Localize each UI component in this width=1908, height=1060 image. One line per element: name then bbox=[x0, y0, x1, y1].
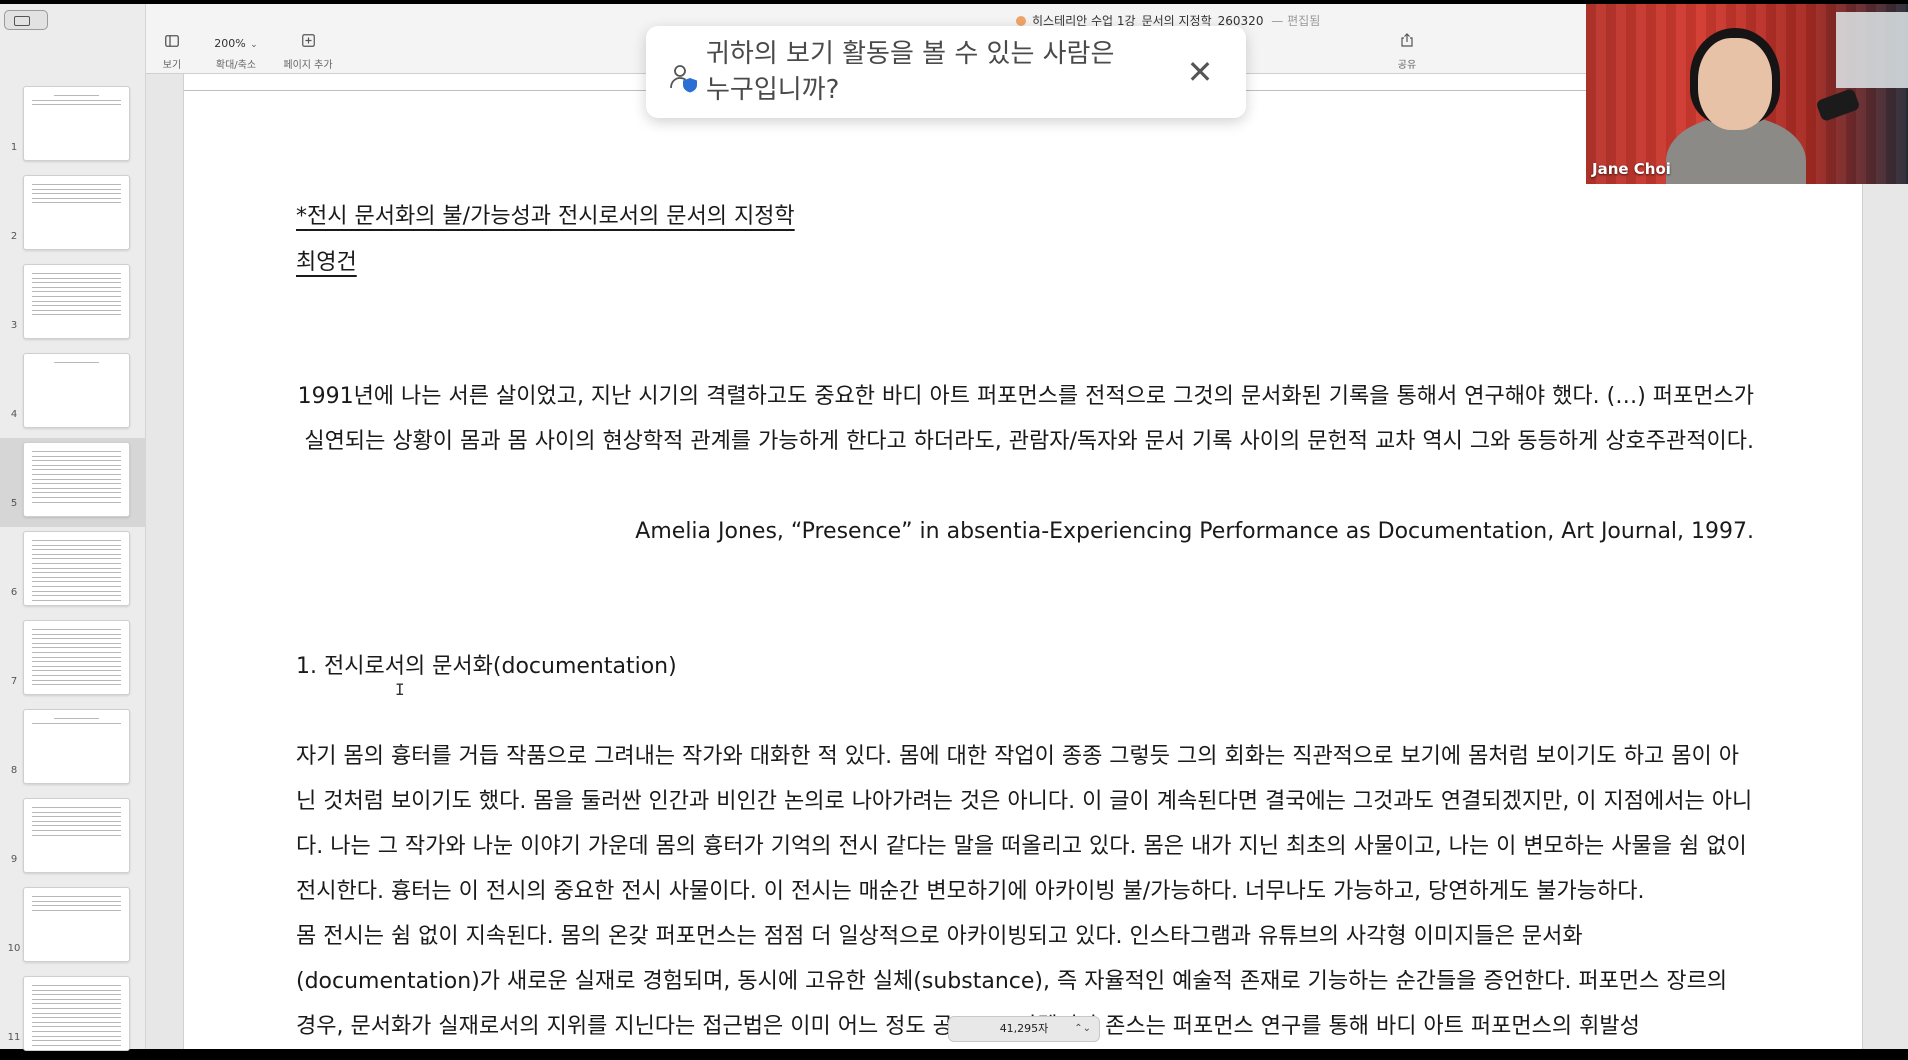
page-number: 8 bbox=[10, 765, 18, 776]
page-thumbnail-sidebar: 1 2 3 4 5 6 7 8 9 10 11 bbox=[0, 4, 146, 1051]
document-title[interactable]: *전시 문서화의 불/가능성과 전시로서의 문서의 지정학 bbox=[296, 194, 1754, 239]
document-author[interactable]: 최영건 bbox=[296, 240, 1754, 285]
close-icon[interactable]: ✕ bbox=[1184, 56, 1216, 88]
thumbnail-preview bbox=[23, 442, 130, 517]
background-monitor bbox=[1836, 12, 1908, 88]
body-paragraph[interactable]: 자기 몸의 흉터를 거듭 작품으로 그려내는 작가와 대화한 적 있다. 몸에 … bbox=[296, 734, 1754, 1049]
privacy-popup-text: 귀하의 보기 활동을 볼 수 있는 사람은 누구입니까? bbox=[706, 39, 1115, 105]
view-button[interactable]: 보기 bbox=[154, 32, 190, 71]
plus-box-icon bbox=[280, 32, 336, 54]
thumbnail-preview bbox=[23, 264, 130, 339]
chevron-down-icon: ⌄ bbox=[250, 40, 258, 50]
share-label: 공유 bbox=[1397, 60, 1417, 71]
page-number: 11 bbox=[7, 1032, 21, 1043]
page-number: 10 bbox=[7, 943, 21, 954]
word-count-value: 41,295자 bbox=[999, 1022, 1049, 1035]
page-number: 2 bbox=[10, 231, 18, 242]
page-thumbnail-9[interactable]: 9 bbox=[0, 794, 146, 883]
document-canvas: *전시 문서화의 불/가능성과 전시로서의 문서의 지정학 최영건 1991년에… bbox=[146, 74, 1908, 1049]
person-shield-icon bbox=[668, 62, 700, 94]
share-icon bbox=[1392, 32, 1422, 54]
page-thumbnail-2[interactable]: 2 bbox=[0, 171, 146, 260]
thumbnail-preview bbox=[23, 798, 130, 873]
page-number: 5 bbox=[10, 498, 18, 509]
page-number: 7 bbox=[10, 676, 18, 687]
zoom-control[interactable]: 200% ⌄ 확대/축소 bbox=[206, 32, 266, 71]
body-paragraph-2-tail: 아멜리아 존스는 퍼포먼스 연구를 통해 바디 아트 퍼포먼스의 휘발성 bbox=[1017, 1014, 1640, 1039]
page-thumbnail-5[interactable]: 5 bbox=[0, 438, 146, 527]
body-paragraph-1[interactable]: 자기 몸의 흉터를 거듭 작품으로 그려내는 작가와 대화한 적 있다. 몸에 … bbox=[296, 734, 1754, 914]
thumbnail-preview bbox=[23, 353, 130, 428]
page-thumbnail-1[interactable]: 1 bbox=[0, 82, 146, 171]
page-number: 3 bbox=[10, 320, 18, 331]
thumbnail-preview bbox=[23, 887, 130, 962]
page-thumbnail-4[interactable]: 4 bbox=[0, 349, 146, 438]
section-heading[interactable]: 1. 전시로서의 문서화(documentation) bbox=[296, 644, 1754, 689]
page-number: 9 bbox=[10, 854, 18, 865]
thumbnail-preview bbox=[23, 531, 130, 606]
view-label: 보기 bbox=[162, 60, 182, 71]
text-cursor-icon: I bbox=[395, 680, 405, 699]
epigraph-quote[interactable]: 1991년에 나는 서른 살이었고, 지난 시기의 격렬하고도 중요한 바디 아… bbox=[296, 374, 1754, 464]
epigraph-citation[interactable]: Amelia Jones, “Presence” in absentia-Exp… bbox=[296, 509, 1754, 554]
thumbnail-preview bbox=[23, 976, 130, 1051]
add-page-button[interactable]: 페이지 추가 bbox=[280, 32, 336, 71]
page-number: 4 bbox=[10, 409, 18, 420]
thumbnail-preview bbox=[23, 175, 130, 250]
add-page-label: 페이지 추가 bbox=[283, 60, 333, 71]
participant-face bbox=[1698, 38, 1772, 130]
edited-status: 편집됨 bbox=[1287, 14, 1321, 28]
page-thumbnail-11[interactable]: 11 bbox=[0, 972, 146, 1060]
zoom-label: 확대/축소 bbox=[215, 60, 257, 71]
page-thumbnail-8[interactable]: 8 bbox=[0, 705, 146, 794]
thumbnail-preview bbox=[23, 86, 130, 161]
sidebar-panel-icon bbox=[154, 32, 190, 54]
participant-name: Jane Choi bbox=[1592, 160, 1671, 178]
page-thumbnail-10[interactable]: 10 bbox=[0, 883, 146, 972]
privacy-popup: 귀하의 보기 활동을 볼 수 있는 사람은 누구입니까? ✕ bbox=[646, 26, 1246, 118]
page-thumbnail-7[interactable]: 7 bbox=[0, 616, 146, 705]
thumbnail-preview bbox=[23, 709, 130, 784]
thumbnail-preview bbox=[23, 620, 130, 695]
page-number: 6 bbox=[10, 587, 18, 598]
document-status-dot bbox=[1016, 16, 1026, 26]
share-button[interactable]: 공유 bbox=[1392, 32, 1422, 71]
word-count-pill[interactable]: 41,295자 ⌃⌄ bbox=[948, 1016, 1100, 1042]
page-number: 1 bbox=[10, 142, 18, 153]
document-page[interactable]: *전시 문서화의 불/가능성과 전시로서의 문서의 지정학 최영건 1991년에… bbox=[183, 74, 1863, 1049]
chevron-updown-icon: ⌃⌄ bbox=[1074, 1023, 1091, 1034]
page-thumbnail-3[interactable]: 3 bbox=[0, 260, 146, 349]
page-thumbnail-6[interactable]: 6 bbox=[0, 527, 146, 616]
participant-video[interactable]: Jane Choi bbox=[1586, 4, 1908, 184]
zoom-value: 200% bbox=[214, 37, 246, 50]
sidebar-toggle-icon[interactable] bbox=[4, 10, 48, 30]
